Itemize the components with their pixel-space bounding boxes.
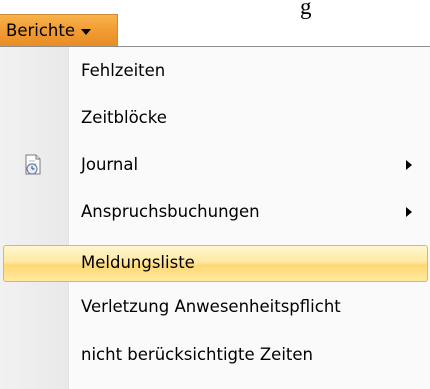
screen: g Berichte Fehlzeiten Zeitblöcke Journal [0,0,430,389]
chevron-right-icon [406,206,412,217]
chevron-right-icon [406,159,412,170]
menu-item-anspruchsbuchungen[interactable]: Anspruchsbuchungen [0,188,430,235]
menu-item-journal[interactable]: Journal [0,141,430,188]
berichte-dropdown-menu: Fehlzeiten Zeitblöcke Journal Anspruchsb… [0,46,430,389]
menu-item-fehlzeiten[interactable]: Fehlzeiten [0,47,430,94]
menu-item-label: Fehlzeiten [81,61,166,80]
menu-item-nicht-beruecksichtigte-zeiten[interactable]: nicht berücksichtigte Zeiten [0,331,430,378]
menu-button-label: Berichte [6,21,75,40]
chevron-down-icon [81,28,91,35]
page-title-fragment: g [300,0,312,19]
menu-item-label: Verletzung Anwesenheitspflicht [81,297,341,316]
menu-item-label: Anspruchsbuchungen [81,202,260,221]
menu-item-verletzung-anwesenheitspflicht[interactable]: Verletzung Anwesenheitspflicht [0,283,430,330]
menu-item-label: Zeitblöcke [81,108,167,127]
hover-highlight [3,245,428,282]
menu-item-label: nicht berücksichtigte Zeiten [81,345,313,364]
journal-icon [25,154,41,175]
menu-item-label: Meldungsliste [81,253,195,272]
berichte-menu-button[interactable]: Berichte [0,14,118,47]
menu-item-label: Journal [81,155,139,174]
menu-item-zeitbloecke[interactable]: Zeitblöcke [0,94,430,141]
